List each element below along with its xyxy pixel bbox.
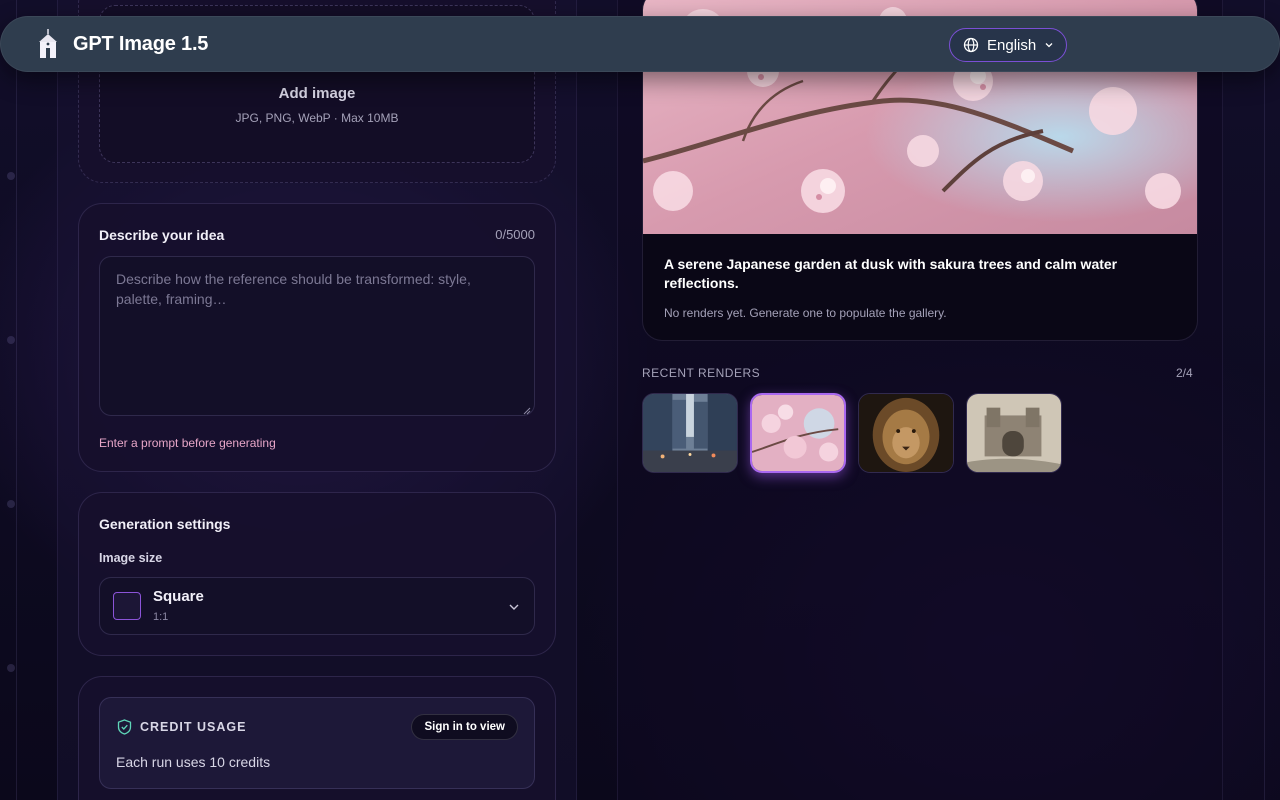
prompt-error-message: Enter a prompt before generating — [99, 436, 276, 450]
generation-settings-card: Generation settings Image size Square 1:… — [78, 492, 556, 656]
edge-dot — [7, 336, 15, 344]
selected-size-ratio: 1:1 — [153, 611, 169, 623]
recent-render-thumbnail[interactable] — [966, 393, 1062, 473]
credit-card: CREDIT USAGE Sign in to view Each run us… — [78, 676, 556, 800]
square-ratio-icon — [113, 592, 141, 620]
credit-usage-title: CREDIT USAGE — [140, 720, 247, 734]
sign-in-button[interactable]: Sign in to view — [411, 714, 518, 740]
credit-cost-note: Each run uses 10 credits — [116, 754, 271, 770]
image-size-label: Image size — [99, 551, 163, 565]
app-logo-icon[interactable] — [36, 28, 60, 60]
globe-icon — [963, 37, 979, 53]
city-street-image — [643, 394, 737, 472]
gallery-empty-note: No renders yet. Generate one to populate… — [664, 306, 947, 320]
edge-line — [1264, 0, 1265, 800]
upload-hint: JPG, PNG, WebP · Max 10MB — [235, 111, 399, 125]
recent-renders-label: RECENT RENDERS — [642, 366, 761, 380]
edge-dot — [7, 500, 15, 508]
textarea-resize-handle-icon[interactable] — [523, 407, 531, 415]
top-navigation-bar: GPT Image 1.5 English — [0, 16, 1280, 72]
edge-line — [16, 0, 17, 800]
preview-caption: A serene Japanese garden at dusk with sa… — [664, 256, 1118, 291]
edge-dot — [7, 664, 15, 672]
shield-check-icon — [117, 719, 132, 735]
image-size-select[interactable]: Square 1:1 — [99, 577, 535, 635]
add-image-label: Add image — [278, 85, 356, 102]
selected-size-name: Square — [153, 588, 204, 605]
castle-gate-image — [967, 394, 1061, 472]
chevron-down-icon — [1045, 43, 1053, 48]
credit-usage-panel: CREDIT USAGE Sign in to view Each run us… — [99, 697, 535, 789]
lion-image — [859, 394, 953, 472]
edge-dot — [7, 172, 15, 180]
prompt-card-title: Describe your idea — [99, 227, 225, 243]
character-counter: 0/5000 — [495, 227, 535, 242]
prompt-card: Describe your idea 0/5000 Enter a prompt… — [78, 203, 556, 472]
prompt-input[interactable] — [99, 256, 535, 416]
recent-render-thumbnail[interactable] — [858, 393, 954, 473]
recent-render-thumbnail-selected[interactable] — [750, 393, 846, 473]
language-selector[interactable]: English — [949, 28, 1067, 62]
app-title[interactable]: GPT Image 1.5 — [73, 33, 208, 56]
settings-title: Generation settings — [99, 516, 231, 532]
recent-renders-count: 2/4 — [1176, 366, 1193, 380]
cherry-blossom-image — [752, 395, 844, 471]
chevron-down-icon — [509, 604, 519, 610]
recent-render-thumbnail[interactable] — [642, 393, 738, 473]
language-label: English — [987, 36, 1037, 54]
